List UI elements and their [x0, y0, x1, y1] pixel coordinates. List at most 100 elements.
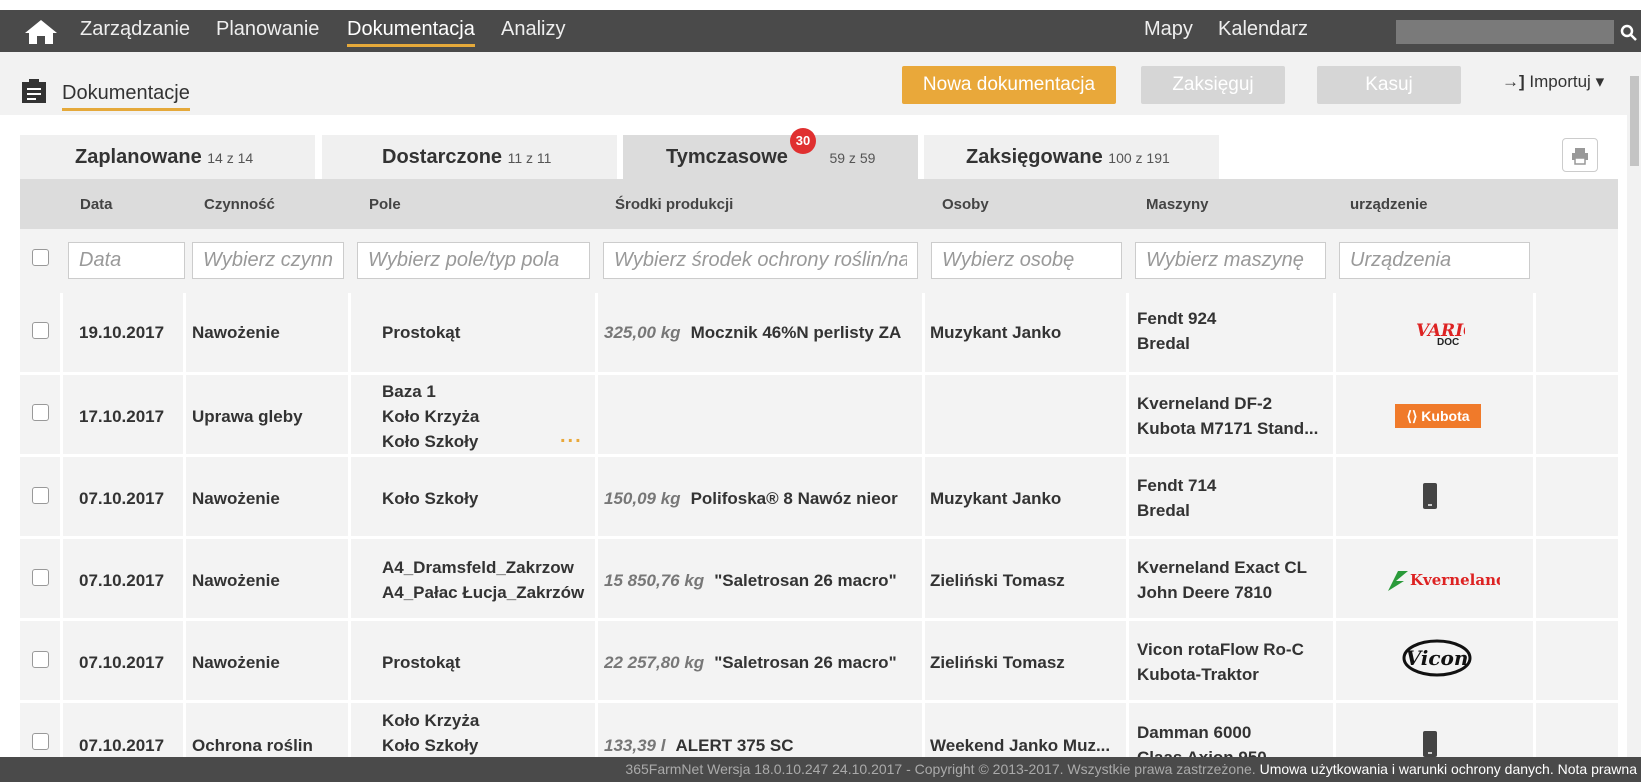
delete-button[interactable]: Kasuj [1317, 66, 1461, 104]
row-person: Zieliński Tomasz [930, 571, 1065, 590]
row-amount: 15 850,76 kg [604, 571, 705, 590]
nav-mapy[interactable]: Mapy [1144, 18, 1193, 40]
row-field: A4_Pałac Łucja_Zakrzów [382, 583, 585, 602]
row-activity: Nawożenie [192, 571, 280, 590]
column-divider [1533, 293, 1536, 757]
new-documentation-button[interactable]: Nowa dokumentacja [902, 66, 1116, 104]
filter-activity-input[interactable] [192, 242, 344, 279]
row-date: 07.10.2017 [79, 571, 165, 590]
row-product: 150,09 kg Polifoska® 8 Nawóz nieor [604, 486, 919, 511]
row-field: Prostokąt [382, 653, 461, 672]
row-machine: Kubota M7171 Stand... [1137, 419, 1319, 438]
print-button[interactable] [1562, 138, 1598, 172]
row-activity: Uprawa gleby [192, 407, 303, 426]
chevron-down-icon: ▾ [1595, 72, 1605, 91]
row-person: Muzykant Janko [930, 323, 1062, 342]
tab-dostarczone[interactable]: Dostarczone 11 z 11 [322, 135, 617, 179]
book-button[interactable]: Zaksięguj [1141, 66, 1285, 104]
row-activity: Nawożenie [192, 323, 280, 342]
column-divider [1126, 293, 1129, 757]
tab-zaplanowane[interactable]: Zaplanowane 14 z 14 [20, 135, 315, 179]
row-checkbox[interactable] [32, 322, 49, 339]
nav-dokumentacja[interactable]: Dokumentacja [347, 18, 475, 47]
row-field: A4_Dramsfeld_Zakrzow [382, 558, 574, 577]
filter-date-input[interactable] [68, 242, 185, 279]
column-divider [348, 293, 351, 757]
row-person: Muzykant Janko [930, 489, 1062, 508]
row-field: Koło Szkoły [382, 432, 479, 451]
row-field: Baza 1 [382, 382, 436, 401]
nav-analizy[interactable]: Analizy [501, 18, 565, 40]
row-checkbox[interactable] [32, 404, 49, 421]
row-amount: 325,00 kg [604, 323, 681, 342]
row-machine: Damman 6000 [1137, 723, 1252, 742]
filter-person-input[interactable] [931, 242, 1122, 279]
row-product-name: Polifoska® 8 Nawóz nieor [690, 489, 898, 508]
row-checkbox[interactable] [32, 487, 49, 504]
filter-products-input[interactable] [603, 242, 918, 279]
filter-device-input[interactable] [1339, 242, 1530, 279]
nav-planowanie[interactable]: Planowanie [216, 18, 319, 40]
search-input[interactable] [1396, 20, 1614, 44]
row-person: Zieliński Tomasz [930, 653, 1065, 672]
row-activity: Nawożenie [192, 489, 280, 508]
column-header-products[interactable]: Środki produkcji [615, 196, 733, 213]
row-activity: Ochrona roślin [192, 736, 313, 755]
row-machine: John Deere 7810 [1137, 583, 1273, 602]
row-amount: 150,09 kg [604, 489, 681, 508]
printer-icon [1572, 148, 1588, 165]
more-fields-button[interactable]: ... [560, 425, 583, 448]
footer-copyright: 365FarmNet Wersja 18.0.10.247 24.10.2017… [625, 761, 1256, 777]
row-field: Prostokąt [382, 323, 461, 342]
filter-field-input[interactable] [357, 242, 590, 279]
svg-text:⟨⟩ Kubota: ⟨⟩ Kubota [1406, 408, 1469, 424]
column-divider [183, 293, 186, 757]
column-divider [1333, 293, 1336, 757]
column-divider [595, 293, 598, 757]
section-title[interactable]: Dokumentacje [62, 82, 190, 111]
scrollbar-thumb[interactable] [1630, 76, 1639, 166]
row-date: 07.10.2017 [79, 653, 165, 672]
tab-zaksiegowane[interactable]: Zaksięgowane 100 z 191 [924, 135, 1219, 179]
nav-zarzadzanie[interactable]: Zarządzanie [80, 18, 190, 40]
tab-tymczasowe[interactable]: Tymczasowe 59 z 59 [623, 135, 918, 179]
search-icon[interactable] [1618, 22, 1640, 42]
tab-label: Tymczasowe [666, 146, 788, 168]
import-icon: →] [1502, 72, 1525, 91]
row-checkbox[interactable] [32, 733, 49, 750]
nav-kalendarz[interactable]: Kalendarz [1218, 18, 1308, 40]
column-header-device[interactable]: urządzenie [1350, 196, 1428, 213]
column-divider [922, 293, 925, 757]
column-header-field[interactable]: Pole [369, 196, 401, 213]
column-header-date[interactable]: Data [80, 196, 113, 213]
terms-link[interactable]: Umowa użytkowania i warunki ochrony dany… [1260, 761, 1554, 777]
column-header-machines[interactable]: Maszyny [1146, 196, 1209, 213]
svg-text:Vicon: Vicon [1406, 646, 1469, 670]
column-header-activity[interactable]: Czynność [204, 196, 275, 213]
legal-notice-link[interactable]: Nota prawna [1558, 761, 1637, 777]
select-all-checkbox[interactable] [32, 249, 49, 266]
home-icon[interactable] [24, 19, 58, 45]
column-header-persons[interactable]: Osoby [942, 196, 989, 213]
row-checkbox[interactable] [32, 569, 49, 586]
column-divider [60, 293, 63, 757]
row-product: 325,00 kg Mocznik 46%N perlisty ZA [604, 320, 919, 345]
row-machine: Kubota-Traktor [1137, 665, 1259, 684]
row-activity: Nawożenie [192, 653, 280, 672]
vario-doc-logo: VARIODOC [1416, 321, 1465, 346]
row-date: 19.10.2017 [79, 323, 165, 342]
row-checkbox[interactable] [32, 651, 49, 668]
row-product-name: "Saletrosan 26 macro" [714, 571, 897, 590]
tab-count: 100 z 191 [1108, 150, 1170, 166]
row-date: 07.10.2017 [79, 489, 165, 508]
row-date: 07.10.2017 [79, 736, 165, 755]
row-date: 17.10.2017 [79, 407, 165, 426]
tab-count: 59 z 59 [829, 150, 876, 166]
row-product: 133,39 l ALERT 375 SC [604, 733, 919, 758]
tab-label: Zaksięgowane [966, 146, 1103, 168]
filter-machine-input[interactable] [1135, 242, 1326, 279]
row-product-name: ALERT 375 SC [675, 736, 794, 755]
import-menu[interactable]: →] Importuj ▾ [1502, 72, 1604, 92]
top-navigation-bar: Zarządzanie Planowanie Dokumentacja Anal… [0, 10, 1641, 52]
app-window: Zarządzanie Planowanie Dokumentacja Anal… [0, 0, 1641, 782]
